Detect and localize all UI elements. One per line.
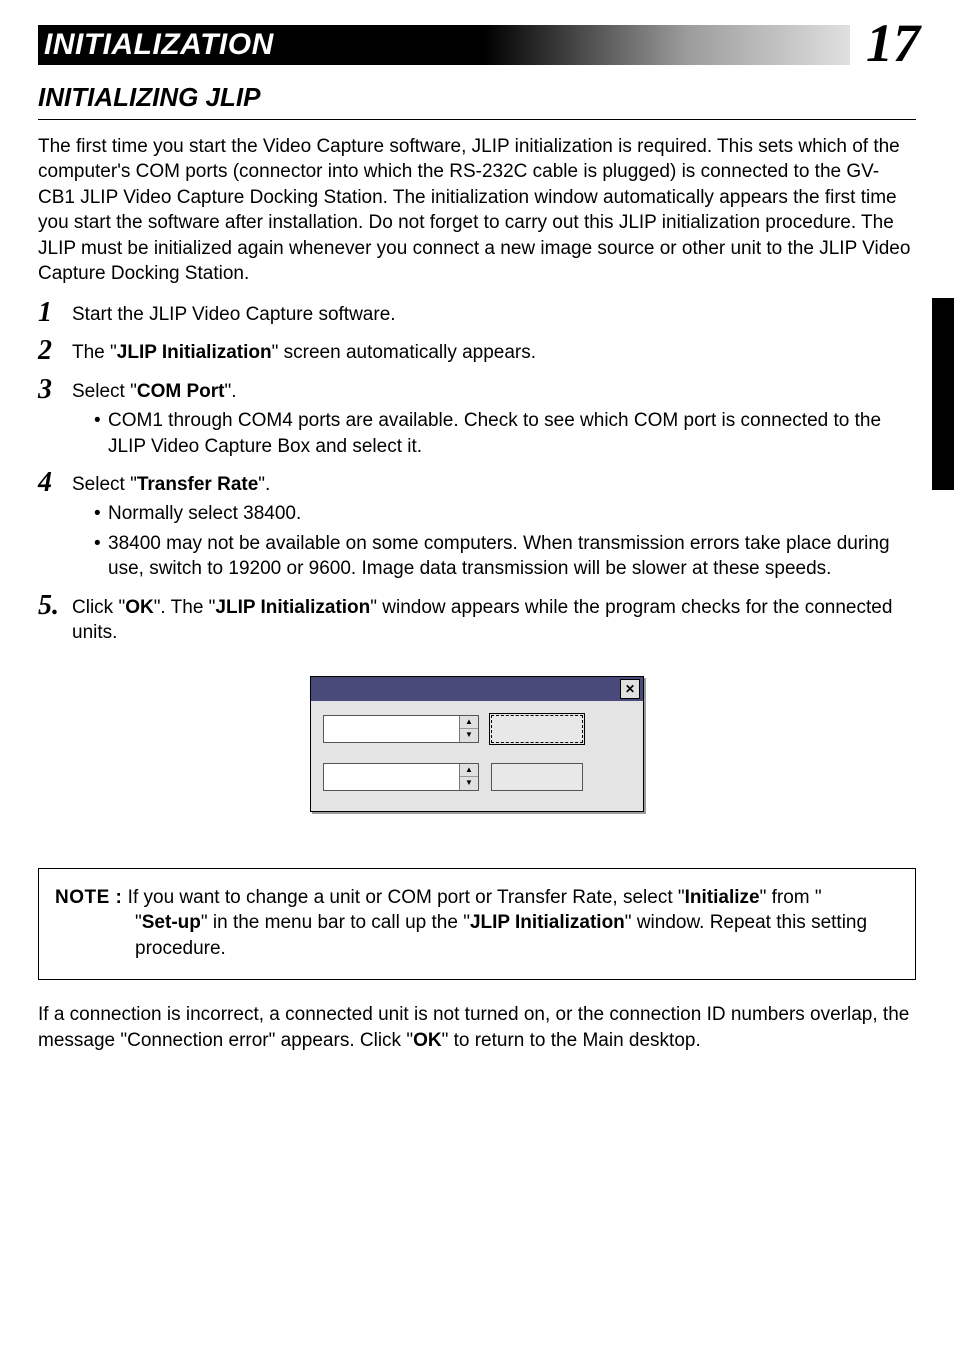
bullet-marker: • [94, 408, 108, 459]
step-bold: JLIP Initialization [215, 597, 370, 618]
step-number: 2 [38, 337, 72, 365]
spin-down-icon[interactable]: ▼ [460, 729, 478, 742]
step-3: 3 Select "COM Port". • COM1 through COM4… [38, 376, 916, 459]
com-port-value [324, 716, 459, 742]
page: INITIALIZATION 17 INITIALIZING JLIP The … [0, 0, 954, 1355]
step-text: Start the JLIP Video Capture software. [72, 304, 396, 325]
header-title: INITIALIZATION [44, 28, 274, 62]
ok-button[interactable] [491, 715, 583, 743]
spin-buttons[interactable]: ▲ ▼ [459, 764, 478, 790]
note-text: " in the menu bar to call up the " [201, 912, 470, 933]
bullet-text: COM1 through COM4 ports are available. C… [108, 408, 916, 459]
bullet-text: Normally select 38400. [108, 501, 916, 526]
side-tab [932, 298, 954, 490]
step-text: ". [258, 474, 270, 495]
step-number: 3 [38, 376, 72, 404]
step-2: 2 The "JLIP Initialization" screen autom… [38, 337, 916, 365]
transfer-rate-field[interactable]: ▲ ▼ [323, 763, 479, 791]
step-text: The " [72, 342, 117, 363]
step-body: The "JLIP Initialization" screen automat… [72, 337, 536, 365]
dialog-titlebar: ✕ [311, 677, 643, 701]
step-number: 4 [38, 469, 72, 497]
bullet-marker: • [94, 501, 108, 526]
step-1: 1 Start the JLIP Video Capture software. [38, 299, 916, 327]
step-bold: OK [125, 597, 154, 618]
dialog-wrap: ✕ ▲ ▼ [38, 676, 916, 812]
com-port-row: ▲ ▼ [323, 715, 631, 743]
spin-up-icon[interactable]: ▲ [460, 764, 478, 778]
close-button[interactable]: ✕ [620, 679, 640, 699]
step-body: Select "Transfer Rate". • Normally selec… [72, 469, 916, 582]
note-text: If you want to change a unit or COM port… [122, 887, 684, 908]
step-text: Select " [72, 381, 137, 402]
header-band: INITIALIZATION [38, 25, 850, 65]
note-bold: Set-up [142, 912, 201, 933]
step-body: Select "COM Port". • COM1 through COM4 p… [72, 376, 916, 459]
bullet: • 38400 may not be available on some com… [72, 531, 916, 582]
step-5: 5. Click "OK". The "JLIP Initialization"… [38, 592, 916, 646]
com-port-field[interactable]: ▲ ▼ [323, 715, 479, 743]
step-text: ". The " [154, 597, 216, 618]
step-4: 4 Select "Transfer Rate". • Normally sel… [38, 469, 916, 582]
step-bold: JLIP Initialization [117, 342, 272, 363]
close-icon: ✕ [625, 683, 635, 695]
note-line2: "Set-up" in the menu bar to call up the … [55, 910, 901, 961]
dialog-body: ▲ ▼ ▲ ▼ [311, 701, 643, 811]
steps: 1 Start the JLIP Video Capture software.… [38, 299, 916, 646]
step-body: Start the JLIP Video Capture software. [72, 299, 396, 327]
step-text: ". [224, 381, 236, 402]
bullet-marker: • [94, 531, 108, 582]
step-bold: COM Port [137, 381, 225, 402]
header-row: INITIALIZATION 17 [38, 20, 916, 70]
step-text: Click " [72, 597, 125, 618]
subtitle: INITIALIZING JLIP [38, 82, 916, 120]
bullet: • Normally select 38400. [72, 501, 916, 526]
note-bold: Initialize [685, 887, 760, 908]
bullet: • COM1 through COM4 ports are available.… [72, 408, 916, 459]
step-text: Select " [72, 474, 137, 495]
spin-up-icon[interactable]: ▲ [460, 716, 478, 730]
bullet-text: 38400 may not be available on some compu… [108, 531, 916, 582]
note-bold: JLIP Initialization [470, 912, 625, 933]
note-box: NOTE : If you want to change a unit or C… [38, 868, 916, 980]
cancel-button[interactable] [491, 763, 583, 791]
step-bold: Transfer Rate [137, 474, 258, 495]
intro-paragraph: The first time you start the Video Captu… [38, 134, 916, 287]
step-body: Click "OK". The "JLIP Initialization" wi… [72, 592, 916, 646]
spin-buttons[interactable]: ▲ ▼ [459, 716, 478, 742]
page-number: 17 [866, 16, 920, 70]
step-number: 5. [38, 592, 72, 620]
spin-down-icon[interactable]: ▼ [460, 777, 478, 790]
footer-text: " to return to the Main desktop. [442, 1030, 701, 1051]
footer-paragraph: If a connection is incorrect, a connecte… [38, 1002, 916, 1053]
step-number: 1 [38, 299, 72, 327]
jlip-init-dialog: ✕ ▲ ▼ [310, 676, 644, 812]
step-text: " screen automatically appears. [272, 342, 536, 363]
note-label: NOTE : [55, 887, 122, 908]
footer-bold: OK [413, 1030, 442, 1051]
transfer-rate-value [324, 764, 459, 790]
note-text: " from " [760, 887, 822, 908]
transfer-rate-row: ▲ ▼ [323, 763, 631, 791]
